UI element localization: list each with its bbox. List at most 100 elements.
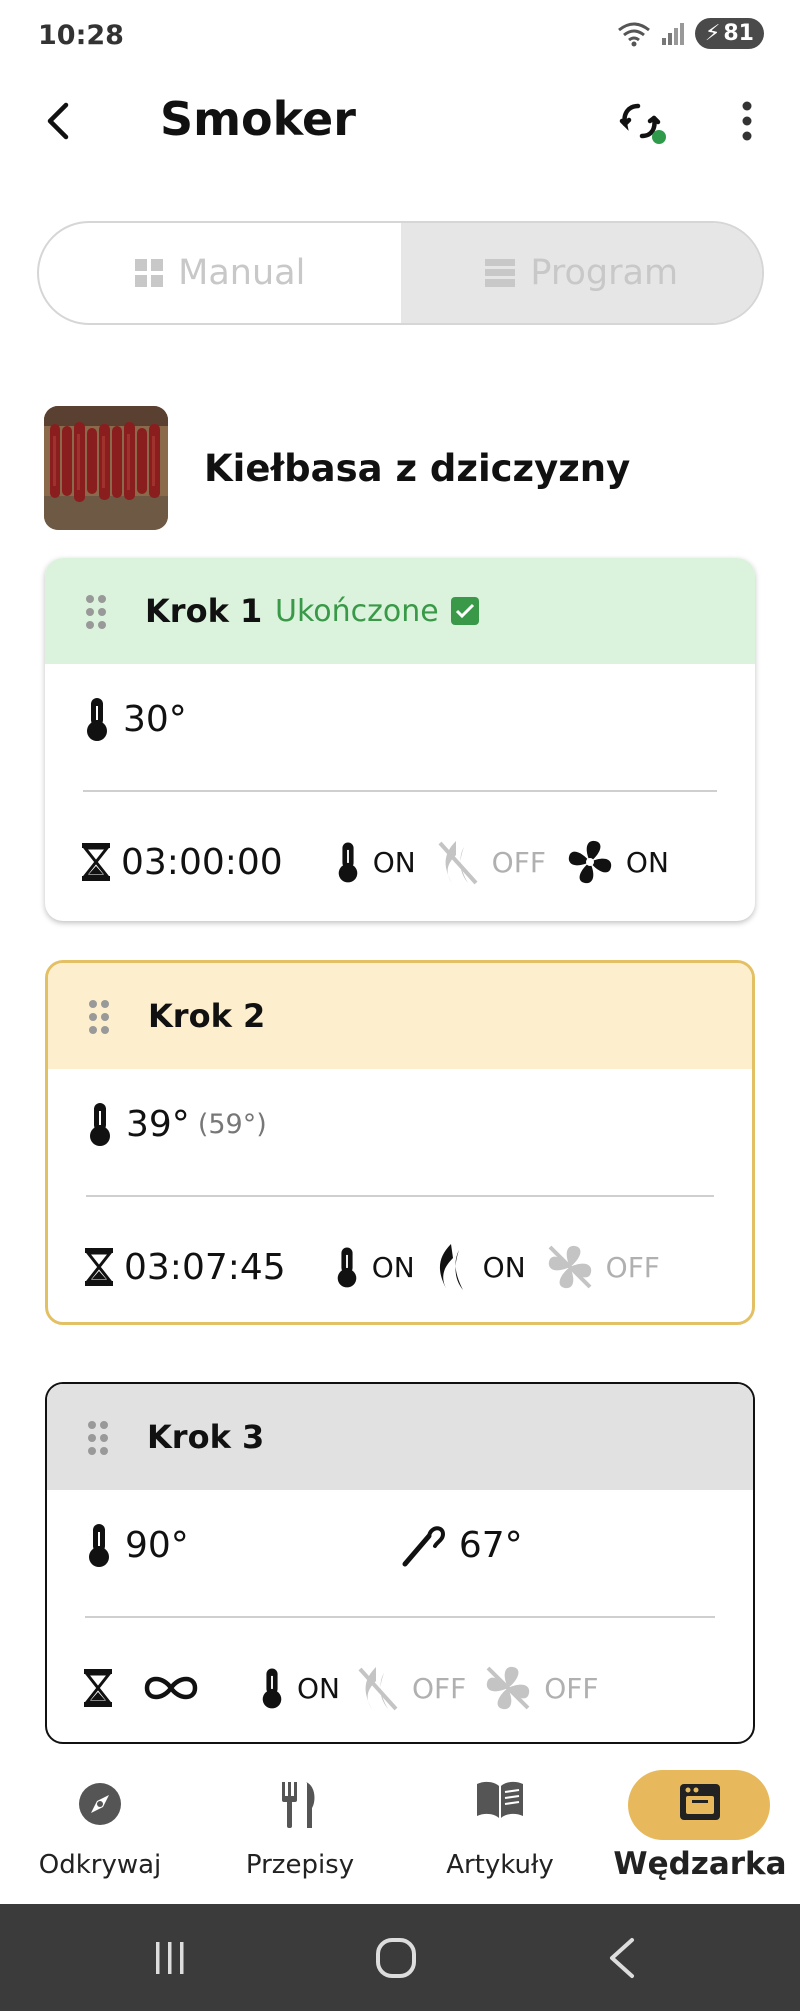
fan-off-icon <box>482 1662 534 1714</box>
step-title: Krok 3 <box>147 1418 265 1456</box>
meat-probe-icon <box>401 1522 447 1568</box>
system-back-icon[interactable] <box>604 1936 638 1980</box>
divider <box>86 1195 714 1197</box>
battery-level: 81 <box>723 21 754 46</box>
nav-recipes-label: Przepisy <box>245 1850 355 1880</box>
status-icons: ⚡ 81 <box>617 18 764 49</box>
sync-button[interactable] <box>614 96 666 148</box>
app-header: Smoker <box>0 80 800 162</box>
drag-handle-icon[interactable] <box>87 1420 109 1456</box>
mode-manual-label: Manual <box>178 253 306 293</box>
current-temperature: (59°) <box>197 1108 267 1140</box>
step-temperature-row: 30° <box>83 696 755 742</box>
recipe-header[interactable]: Kiełbasa z dziczyzny <box>44 406 764 530</box>
nav-smoker[interactable]: Wędzarka <box>600 1752 800 1904</box>
fan-state: OFF <box>605 1250 660 1284</box>
mode-program-label: Program <box>530 253 679 293</box>
heater-thermometer-icon <box>335 839 361 885</box>
step-title: Krok 2 <box>148 997 266 1035</box>
step-temperature-row: 90° 67° <box>85 1522 753 1568</box>
drag-handle-icon[interactable] <box>85 594 107 630</box>
smoke-off-icon <box>354 1663 402 1713</box>
home-icon[interactable] <box>374 1936 418 1980</box>
smoke-icon <box>433 1242 473 1292</box>
compass-icon <box>76 1780 124 1832</box>
recent-apps-icon[interactable] <box>150 1938 190 1978</box>
page-title: Smoker <box>160 92 356 146</box>
step-settings-row: ON OFF OFF <box>83 1662 753 1714</box>
back-arrow-icon <box>47 102 69 140</box>
status-time: 10:28 <box>38 20 124 51</box>
step-settings-row: 03:00:00 ON OFF ON <box>81 836 755 888</box>
fan-icon <box>564 836 616 888</box>
drag-handle-icon[interactable] <box>88 999 110 1035</box>
battery-indicator: ⚡ 81 <box>694 18 764 49</box>
wifi-icon <box>617 21 651 47</box>
heater-state: ON <box>297 1671 340 1705</box>
divider <box>85 1616 715 1618</box>
back-button[interactable] <box>34 98 80 144</box>
thermometer-icon <box>85 1522 113 1568</box>
step-status-completed: Ukończone <box>275 594 479 629</box>
checkbox-checked-icon <box>450 597 479 625</box>
step-card-header: Krok 3 <box>47 1384 753 1490</box>
step-status-label: Ukończone <box>275 593 439 629</box>
hourglass-icon <box>81 842 111 882</box>
nav-articles-label: Artykuły <box>446 1850 554 1880</box>
bottom-navigation: Odkrywaj Przepisy Artykuły Wędzarka <box>0 1752 800 1904</box>
infinity-icon <box>143 1674 199 1702</box>
mode-toggle: Manual Program <box>37 221 764 325</box>
cutlery-icon <box>280 1780 320 1834</box>
recipe-name: Kiełbasa z dziczyzny <box>204 446 631 490</box>
step-card-1[interactable]: Krok 1 Ukończone 30° 03:00:00 ON OFF ON <box>45 558 755 921</box>
probe-temperature: 67° <box>458 1524 523 1566</box>
connection-status-dot <box>652 130 666 144</box>
divider <box>83 790 717 792</box>
smoke-state: OFF <box>491 845 546 879</box>
fan-state: OFF <box>544 1671 599 1705</box>
fan-off-icon <box>544 1241 596 1293</box>
hourglass-icon <box>84 1247 114 1287</box>
step-card-2[interactable]: Krok 2 39° (59°) 03:07:45 ON ON OFF <box>45 960 755 1325</box>
target-temperature: 39° <box>126 1103 190 1145</box>
nav-discover-label: Odkrywaj <box>38 1850 162 1880</box>
more-vertical-icon <box>742 101 752 141</box>
nav-discover[interactable]: Odkrywaj <box>0 1752 200 1904</box>
grid-icon <box>135 259 164 287</box>
more-options-button[interactable] <box>724 98 770 144</box>
thermometer-icon <box>83 696 111 742</box>
heater-state: ON <box>371 1250 415 1284</box>
thermometer-icon <box>86 1101 114 1147</box>
book-icon <box>475 1780 525 1824</box>
nav-smoker-label: Wędzarka <box>613 1846 787 1882</box>
smoke-off-icon <box>434 837 482 887</box>
recipe-thumbnail <box>44 406 168 530</box>
target-temperature: 90° <box>125 1524 189 1566</box>
mode-manual-button[interactable]: Manual <box>39 223 401 323</box>
step-card-3[interactable]: Krok 3 90° 67° ON OFF OFF <box>45 1382 755 1744</box>
signal-icon <box>661 22 685 46</box>
smoke-state: OFF <box>411 1671 467 1705</box>
hourglass-icon <box>83 1668 113 1708</box>
heater-thermometer-icon <box>334 1244 360 1290</box>
step-duration: 03:07:45 <box>124 1246 286 1288</box>
smoker-oven-icon <box>678 1782 722 1828</box>
smoke-state: ON <box>482 1250 526 1284</box>
list-icon <box>485 259 516 287</box>
system-navigation-bar <box>0 1904 800 2011</box>
fan-state: ON <box>625 845 669 879</box>
step-card-header: Krok 2 <box>48 963 752 1069</box>
heater-state: ON <box>372 845 416 879</box>
heater-thermometer-icon <box>259 1665 285 1711</box>
nav-recipes[interactable]: Przepisy <box>200 1752 400 1904</box>
status-bar: 10:28 ⚡ 81 <box>0 0 800 70</box>
battery-bolt-icon: ⚡ <box>704 21 721 46</box>
mode-program-button[interactable]: Program <box>400 223 762 323</box>
step-duration: 03:00:00 <box>121 841 283 883</box>
nav-articles[interactable]: Artykuły <box>400 1752 600 1904</box>
step-card-header: Krok 1 Ukończone <box>45 558 755 664</box>
step-temperature-row: 39° (59°) <box>86 1101 752 1147</box>
step-title: Krok 1 <box>145 592 263 630</box>
step-settings-row: 03:07:45 ON ON OFF <box>84 1241 752 1293</box>
target-temperature: 30° <box>123 698 187 740</box>
